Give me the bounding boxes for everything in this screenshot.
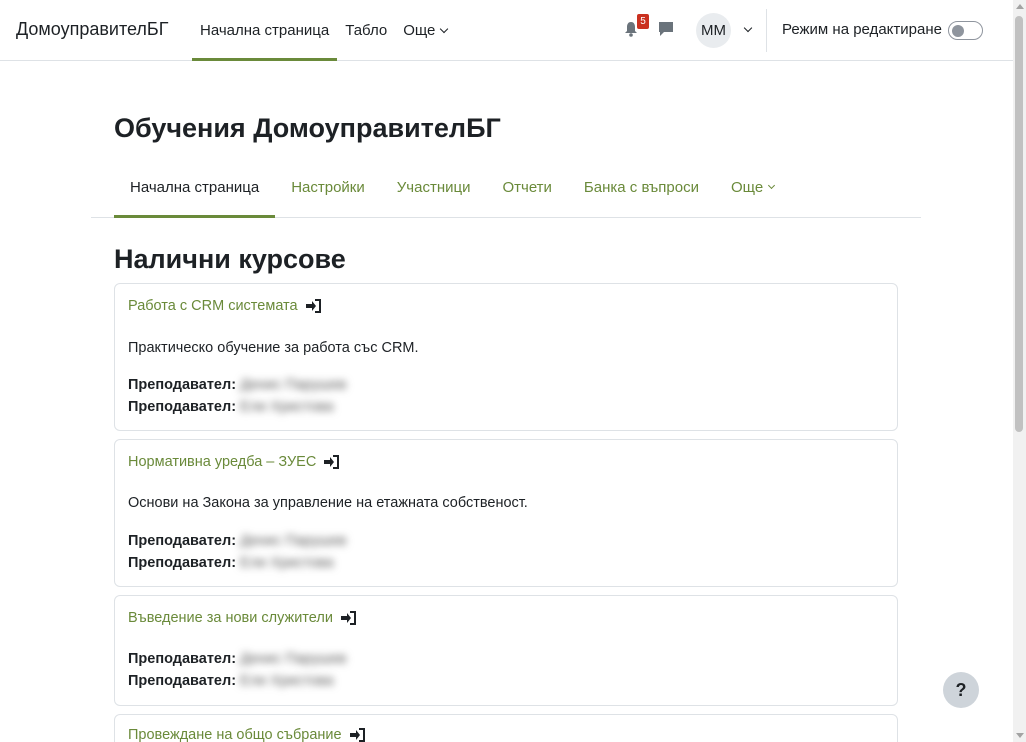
page: ДомоуправителБГ Начална страница Табло О… — [0, 0, 1026, 742]
course-teacher: Преподавател: Денис Парушев — [128, 377, 346, 393]
course-title-link[interactable]: Провеждане на общо събрание — [128, 727, 365, 742]
tab-participants-label: Участници — [396, 179, 471, 196]
page-title: Обучения ДомоуправителБГ — [114, 113, 501, 143]
tab-reports-label: Отчети — [502, 179, 552, 196]
teacher-label: Преподавател: — [128, 555, 237, 571]
tab-settings-label: Настройки — [291, 179, 365, 196]
self-enrol-icon[interactable] — [340, 611, 356, 625]
tab-settings[interactable]: Настройки — [275, 158, 381, 217]
course-title: Провеждане на общо събрание — [128, 727, 342, 742]
user-menu-chevron-icon[interactable] — [743, 23, 753, 33]
tab-home-label: Начална страница — [130, 179, 260, 196]
course-title-link[interactable]: Работа с CRM системата — [128, 298, 321, 314]
scroll-up-arrow-icon[interactable] — [1016, 4, 1024, 9]
bell-icon[interactable] — [624, 21, 638, 37]
teacher-label: Преподавател: — [128, 377, 237, 393]
nav-item-home[interactable]: Начална страница — [192, 0, 338, 61]
teacher-name-link[interactable]: Денис Парушев — [240, 377, 346, 393]
course-teacher: Преподавател: Ели Христова — [128, 673, 334, 689]
course-title-link[interactable]: Въведение за нови служители — [128, 610, 356, 626]
secondary-navigation: Начална страница Настройки Участници Отч… — [91, 158, 921, 218]
user-avatar[interactable]: ММ — [696, 13, 731, 48]
course-title: Работа с CRM системата — [128, 298, 298, 314]
edit-mode-toggle[interactable] — [948, 21, 983, 40]
self-enrol-icon[interactable] — [305, 299, 321, 313]
tab-participants[interactable]: Участници — [381, 158, 487, 217]
course-title: Нормативна уредба – ЗУЕС — [128, 454, 317, 470]
course-teacher: Преподавател: Ели Христова — [128, 555, 334, 571]
course-card: Провеждане на общо събрание — [114, 714, 898, 742]
help-button[interactable]: ? — [943, 672, 979, 708]
teacher-label: Преподавател: — [128, 399, 237, 415]
tab-more-label: Още — [731, 179, 764, 196]
navbar-divider — [766, 9, 767, 52]
top-navbar: ДомоуправителБГ Начална страница Табло О… — [0, 0, 1013, 61]
tab-reports[interactable]: Отчети — [486, 158, 567, 217]
self-enrol-icon[interactable] — [323, 455, 340, 469]
course-summary: Практическо обучение за работа със CRM. — [128, 340, 419, 356]
nav-item-more-label: Още — [403, 22, 436, 39]
nav-item-dashboard-label: Табло — [345, 22, 388, 39]
course-teacher: Преподавател: Ели Христова — [128, 399, 334, 415]
tab-question-bank-label: Банка с въпроси — [583, 179, 699, 196]
teacher-name-link[interactable]: Ели Христова — [240, 399, 334, 415]
scroll-down-arrow-icon[interactable] — [1016, 733, 1024, 738]
course-card: Работа с CRM системата Практическо обуче… — [114, 283, 898, 431]
teacher-label: Преподавател: — [128, 533, 237, 549]
teacher-name-link[interactable]: Денис Парушев — [240, 651, 346, 667]
primary-navigation: Начална страница Табло Още — [192, 0, 455, 61]
site-brand[interactable]: ДомоуправителБГ — [16, 19, 169, 40]
teacher-name-link[interactable]: Ели Христова — [240, 673, 334, 689]
chevron-down-icon — [440, 24, 449, 33]
available-courses-heading: Налични курсове — [114, 244, 346, 274]
tab-more[interactable]: Още — [715, 158, 790, 217]
course-title-link[interactable]: Нормативна уредба – ЗУЕС — [128, 454, 340, 470]
scrollbar-thumb[interactable] — [1015, 16, 1023, 432]
chevron-down-icon — [768, 181, 776, 190]
notification-count-badge: 5 — [637, 14, 649, 29]
tab-home[interactable]: Начална страница — [114, 158, 276, 218]
course-summary: Основи на Закона за управление на етажна… — [128, 495, 528, 511]
course-teacher: Преподавател: Денис Парушев — [128, 533, 346, 549]
page-scrollbar[interactable] — [1013, 0, 1026, 742]
course-title: Въведение за нови служители — [128, 610, 333, 626]
teacher-name-link[interactable]: Денис Парушев — [240, 533, 346, 549]
self-enrol-icon[interactable] — [349, 728, 365, 742]
course-card: Въведение за нови служители Преподавател… — [114, 595, 898, 706]
nav-item-dashboard[interactable]: Табло — [337, 0, 395, 61]
teacher-label: Преподавател: — [128, 673, 237, 689]
course-teacher: Преподавател: Денис Парушев — [128, 651, 346, 667]
edit-mode-toggle-knob — [952, 25, 964, 37]
message-drawer-icon[interactable] — [658, 21, 674, 37]
edit-mode-label: Режим на редактиране — [782, 21, 942, 38]
nav-item-more[interactable]: Още — [395, 0, 455, 61]
nav-item-home-label: Начална страница — [200, 22, 330, 39]
teacher-label: Преподавател: — [128, 651, 237, 667]
teacher-name-link[interactable]: Ели Христова — [240, 555, 334, 571]
tab-question-bank[interactable]: Банка с въпроси — [568, 158, 715, 217]
course-card: Нормативна уредба – ЗУЕС Основи на Закон… — [114, 439, 898, 587]
